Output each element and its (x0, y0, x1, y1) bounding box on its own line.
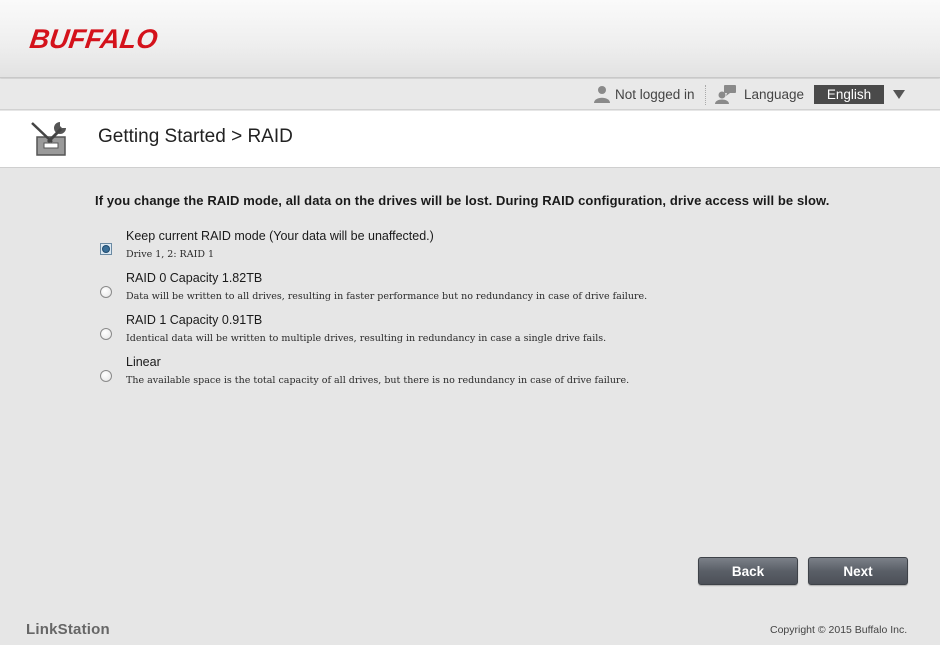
option-title: Linear (126, 355, 161, 369)
language-select[interactable]: English (814, 85, 884, 104)
raid-warning-text: If you change the RAID mode, all data on… (95, 193, 830, 208)
radio-raid0[interactable] (100, 286, 112, 298)
option-description: The available space is the total capacit… (126, 375, 630, 386)
app-header: BUFFALO (0, 0, 940, 78)
radio-linear[interactable] (100, 370, 112, 382)
back-button[interactable]: Back (698, 557, 798, 585)
language-label: Language (744, 87, 805, 102)
radio-raid1[interactable] (100, 328, 112, 340)
radio-keep-current[interactable] (100, 243, 112, 255)
user-bar: Not logged in Language English (0, 79, 940, 110)
option-title: RAID 1 Capacity 0.91TB (126, 313, 263, 327)
buffalo-logo[interactable]: BUFFALO (28, 24, 160, 55)
copyright-text: Copyright © 2015 Buffalo Inc. (770, 624, 908, 636)
userbar-divider (705, 85, 706, 105)
option-title: RAID 0 Capacity 1.82TB (126, 271, 263, 285)
page-title: Getting Started > RAID (98, 126, 293, 147)
chevron-down-icon[interactable] (893, 90, 905, 99)
login-status[interactable]: Not logged in (615, 79, 695, 110)
option-title: Keep current RAID mode (Your data will b… (126, 229, 434, 243)
next-button[interactable]: Next (808, 557, 908, 585)
option-description: Drive 1, 2: RAID 1 (126, 249, 215, 260)
language-icon (715, 85, 736, 104)
option-description: Identical data will be written to multip… (126, 333, 607, 344)
linkstation-logo: LinkStation (26, 621, 110, 638)
user-icon (594, 86, 610, 103)
tools-toolbox-icon (31, 122, 66, 156)
option-description: Data will be written to all drives, resu… (126, 291, 648, 302)
